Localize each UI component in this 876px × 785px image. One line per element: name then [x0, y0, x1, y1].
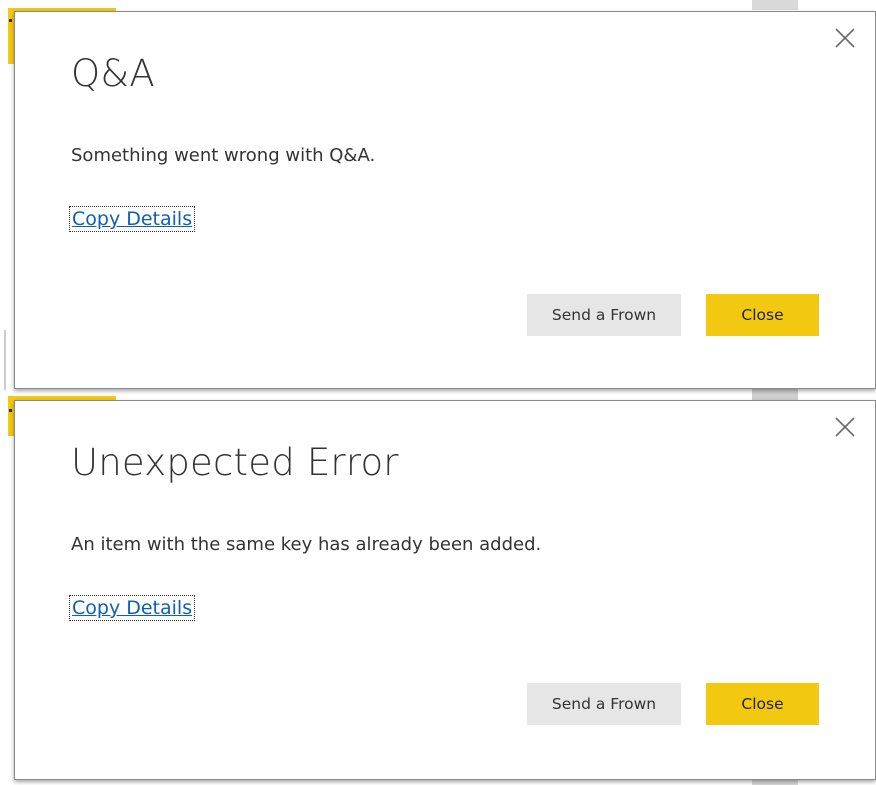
background-dot: [9, 19, 12, 22]
background-dot: [9, 409, 12, 412]
background-gray-strip: [752, 0, 798, 10]
copy-details-link[interactable]: Copy Details: [68, 595, 196, 621]
dialog-message: Something went wrong with Q&A.: [71, 145, 376, 166]
background-divider: [4, 330, 6, 390]
dialog-title: Unexpected Error: [71, 441, 399, 484]
close-button[interactable]: Close: [706, 294, 819, 336]
dialog-message: An item with the same key has already be…: [71, 534, 542, 555]
close-icon[interactable]: [833, 415, 857, 439]
copy-details-link[interactable]: Copy Details: [68, 206, 196, 232]
close-icon[interactable]: [833, 26, 857, 50]
close-button[interactable]: Close: [706, 683, 819, 725]
dialog-title: Q&A: [71, 52, 155, 95]
background-gray-strip: [752, 388, 798, 400]
qa-error-dialog: Q&A Something went wrong with Q&A. Copy …: [14, 11, 876, 389]
send-a-frown-button[interactable]: Send a Frown: [527, 294, 681, 336]
unexpected-error-dialog: Unexpected Error An item with the same k…: [14, 400, 876, 780]
send-a-frown-button[interactable]: Send a Frown: [527, 683, 681, 725]
